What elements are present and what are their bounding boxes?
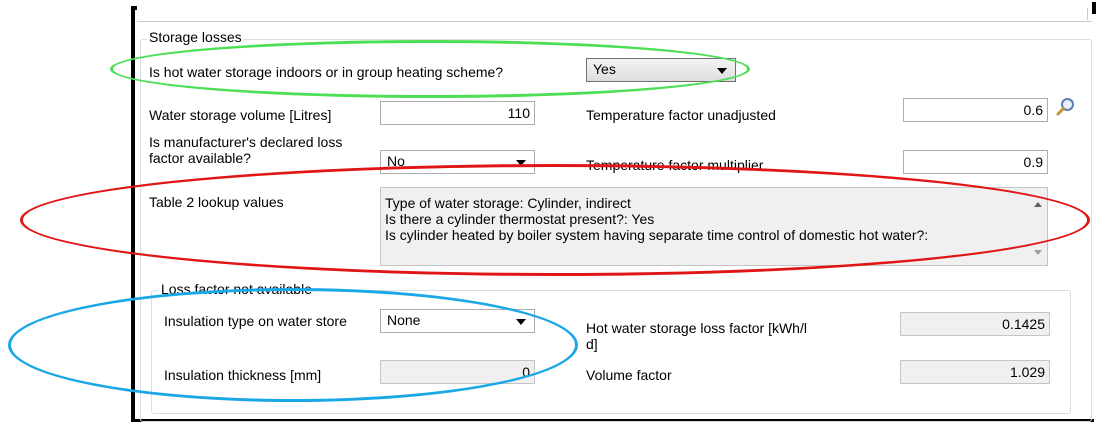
loss-factor-label: Hot water storage loss factor [kWh/l d] (586, 320, 807, 352)
top-strip (137, 6, 1092, 22)
indoors-select[interactable]: Yes (586, 58, 736, 82)
magnifier-icon[interactable] (1056, 97, 1076, 117)
manufacturer-loss-factor-label: Is manufacturer's declared loss factor a… (149, 134, 343, 166)
storage-losses-title: Storage losses (147, 29, 244, 45)
table2-lookup-values[interactable]: Type of water storage: Cylinder, indirec… (380, 187, 1048, 266)
volume-label: Water storage volume [Litres] (149, 107, 332, 123)
insulation-type-select[interactable]: None (380, 309, 535, 333)
volume-factor-value: 1.029 (900, 360, 1050, 384)
temp-factor-multiplier-input[interactable]: 0.9 (903, 150, 1048, 174)
temp-factor-unadjusted-label: Temperature factor unadjusted (586, 107, 776, 123)
loss-factor-group-title: Loss factor not available (159, 281, 314, 297)
insulation-type-value: None (387, 312, 421, 328)
volume-factor-label: Volume factor (586, 367, 672, 383)
indoors-select-value: Yes (593, 61, 616, 77)
insulation-thickness-input[interactable]: 0 (380, 360, 535, 384)
manufacturer-loss-factor-select[interactable]: No (380, 150, 535, 174)
temp-factor-unadjusted-input[interactable]: 0.6 (903, 98, 1048, 122)
chevron-down-icon (516, 319, 526, 325)
scroll-up-icon[interactable] (1034, 202, 1042, 207)
scroll-down-icon[interactable] (1034, 250, 1042, 255)
table2-scrollbar[interactable] (1030, 188, 1047, 265)
manufacturer-loss-factor-value: No (387, 153, 405, 169)
table2-line: Type of water storage: Cylinder, indirec… (385, 195, 631, 211)
insulation-type-label: Insulation type on water store (164, 313, 347, 329)
chevron-down-icon (717, 68, 727, 74)
loss-factor-value: 0.1425 (900, 312, 1050, 336)
loss-factor-group (151, 290, 1071, 414)
temp-factor-multiplier-label: Temperature factor multiplier (586, 157, 764, 173)
table2-lookup-label: Table 2 lookup values (149, 194, 284, 210)
insulation-thickness-label: Insulation thickness [mm] (164, 367, 322, 383)
top-strip-handle (1083, 8, 1088, 20)
volume-input[interactable]: 110 (380, 101, 535, 125)
table2-line: Is cylinder heated by boiler system havi… (385, 227, 929, 243)
table2-line: Is there a cylinder thermostat present?:… (385, 211, 655, 227)
chevron-down-icon (516, 160, 526, 166)
indoors-label: Is hot water storage indoors or in group… (149, 64, 504, 80)
frame-edge (1092, 2, 1096, 14)
